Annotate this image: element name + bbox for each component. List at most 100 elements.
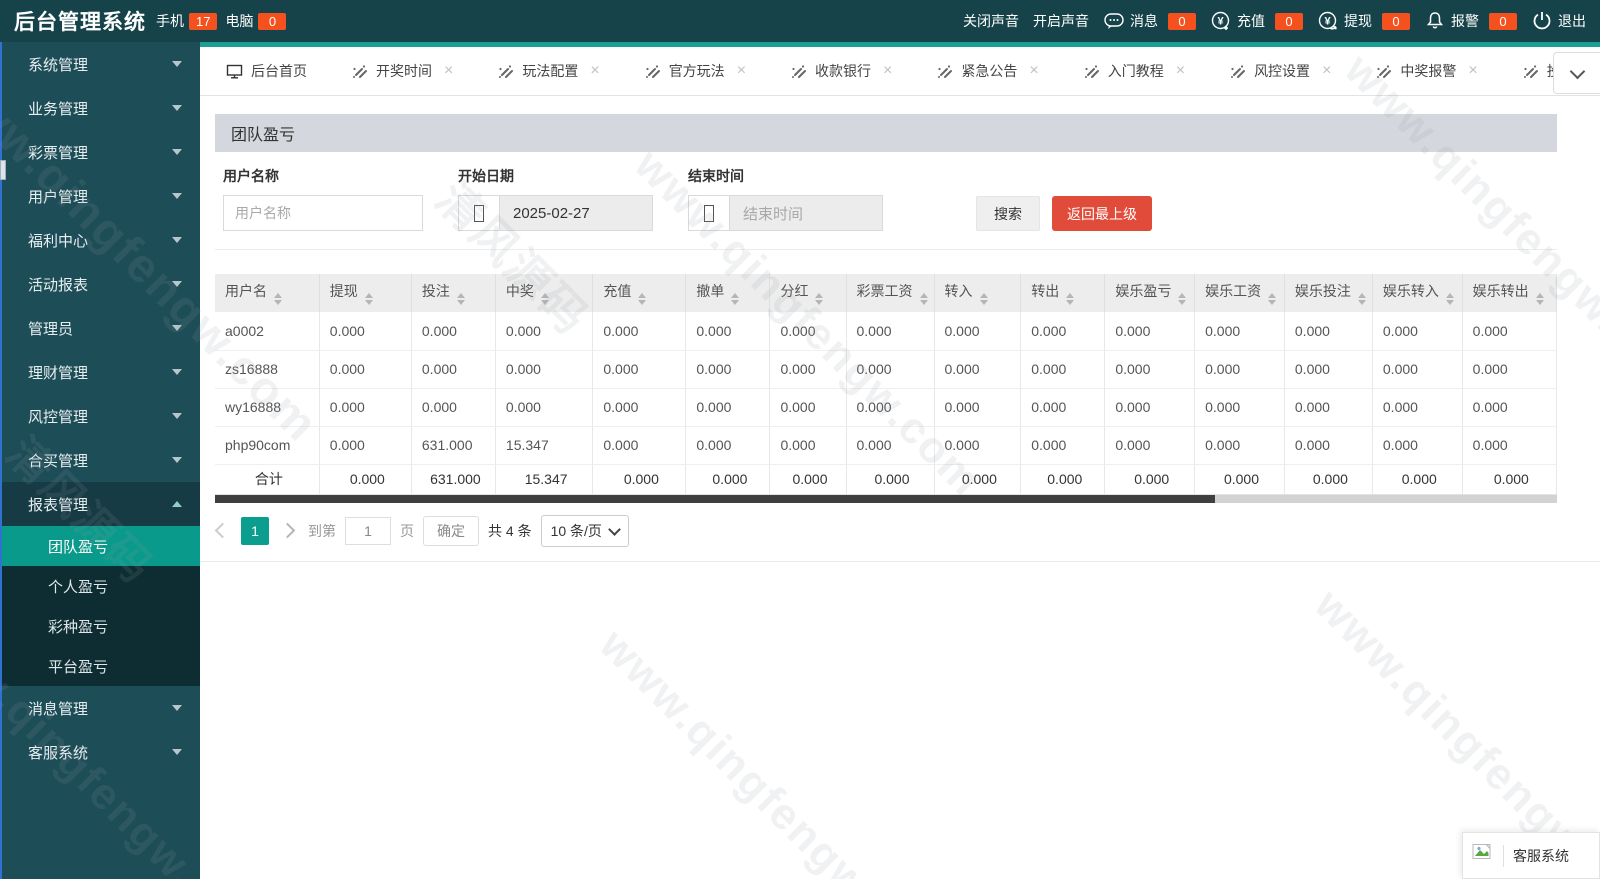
topbar-action-label: 消息: [1130, 13, 1158, 29]
page-size-select[interactable]: 10 条/页: [540, 514, 629, 547]
sidebar-subitem-2[interactable]: 个人盈亏: [0, 566, 200, 606]
sidebar-item-5[interactable]: 福利中心: [0, 218, 200, 262]
sidebar-item-7[interactable]: 管理员: [0, 306, 200, 350]
close-icon[interactable]: ×: [737, 63, 746, 79]
sidebar-item-6[interactable]: 活动报表: [0, 262, 200, 306]
column-header[interactable]: 撤单: [685, 274, 771, 312]
tab-label: 后台首页: [251, 63, 307, 79]
page-1-button[interactable]: 1: [241, 516, 269, 545]
sidebar-item-11[interactable]: 报表管理: [0, 482, 200, 526]
column-header[interactable]: 娱乐转出: [1462, 274, 1557, 312]
close-icon[interactable]: ×: [590, 63, 599, 79]
end-date-label: 结束时间: [688, 168, 744, 184]
close-icon[interactable]: ×: [444, 63, 453, 79]
start-date-input[interactable]: 2025-02-27: [458, 195, 653, 231]
sort-arrows-icon[interactable]: [638, 293, 647, 305]
sidebar-item-label: 报表管理: [28, 496, 89, 514]
sort-arrows-icon[interactable]: [456, 293, 465, 305]
topbar-action-mute-sound[interactable]: 关闭声音: [963, 11, 1019, 31]
end-date-input[interactable]: 结束时间: [688, 195, 883, 231]
sidebar-subitem-1[interactable]: 团队盈亏: [0, 526, 200, 566]
tab-overflow-button[interactable]: [1553, 52, 1600, 94]
sort-arrows-icon[interactable]: [1357, 293, 1366, 305]
topbar-action-withdraw[interactable]: ¥ 提现 0: [1317, 10, 1410, 32]
sidebar-subitem-4[interactable]: 平台盈亏: [0, 646, 200, 686]
topbar-action-label: 退出: [1558, 13, 1586, 29]
column-header-label: 中奖: [505, 283, 534, 299]
tab-label: 紧急公告: [961, 63, 1018, 79]
sort-arrows-icon[interactable]: [1178, 293, 1187, 305]
sidebar-item-12[interactable]: 消息管理: [0, 686, 200, 730]
horizontal-scrollbar[interactable]: [215, 494, 1557, 503]
column-header[interactable]: 分红: [769, 274, 847, 312]
sidebar-item-1[interactable]: 系统管理: [0, 42, 200, 86]
column-header[interactable]: 投注: [411, 274, 496, 312]
tab-9[interactable]: 中奖报警 ×: [1353, 47, 1499, 95]
topbar-action-logout[interactable]: 退出: [1531, 10, 1586, 32]
sidebar-item-3[interactable]: 彩票管理: [0, 130, 200, 174]
sidebar-item-10[interactable]: 合买管理: [0, 438, 200, 482]
tab-4[interactable]: 官方玩法 ×: [622, 47, 768, 95]
divider: [1503, 844, 1504, 867]
tab-6[interactable]: 紧急公告 ×: [914, 47, 1060, 95]
close-icon[interactable]: ×: [1176, 63, 1185, 79]
sort-arrows-icon[interactable]: [1445, 293, 1454, 305]
sidebar-item-9[interactable]: 风控管理: [0, 394, 200, 438]
topbar-action-alarm[interactable]: 报警 0: [1424, 10, 1517, 32]
column-header[interactable]: 娱乐盈亏: [1104, 274, 1196, 312]
sort-arrows-icon[interactable]: [731, 293, 740, 305]
sort-arrows-icon[interactable]: [274, 293, 282, 305]
sort-arrows-icon[interactable]: [919, 293, 928, 305]
back-to-top-level-button[interactable]: 返回最上级: [1052, 196, 1152, 231]
prev-page-button[interactable]: [214, 522, 231, 539]
total-value-cell: 0.000: [1104, 463, 1196, 495]
topbar-action-enable-sound[interactable]: 开启声音: [1033, 11, 1089, 31]
customer-service-widget[interactable]: 客服系统: [1462, 832, 1600, 879]
sort-arrows-icon[interactable]: [815, 293, 824, 305]
sort-arrows-icon[interactable]: [979, 293, 988, 305]
close-icon[interactable]: ×: [1029, 63, 1038, 79]
tab-2[interactable]: 开奖时间 ×: [329, 47, 475, 95]
sidebar-item-2[interactable]: 业务管理: [0, 86, 200, 130]
tab-3[interactable]: 玩法配置 ×: [475, 47, 621, 95]
close-icon[interactable]: ×: [1468, 63, 1477, 79]
tab-7[interactable]: 入门教程 ×: [1061, 47, 1207, 95]
total-count-label: 共 4 条: [488, 522, 532, 539]
column-header[interactable]: 提现: [319, 274, 412, 312]
username-input[interactable]: [223, 195, 423, 231]
sidebar-item-4[interactable]: 用户管理: [0, 174, 200, 218]
column-header[interactable]: 中奖: [495, 274, 594, 312]
report-table: 用户名 提现 投注 中奖 充值 撤单 分红 彩票工资 转入 转出 娱乐盈亏 娱乐工资 娱乐投注 娱乐转入 娱…: [215, 274, 1557, 495]
column-header[interactable]: 用户名: [215, 274, 320, 312]
sort-arrows-icon[interactable]: [1268, 293, 1277, 305]
sidebar-item-label: 福利中心: [28, 232, 89, 250]
tab-5[interactable]: 收款银行 ×: [768, 47, 914, 95]
sidebar-subitem-3[interactable]: 彩种盈亏: [0, 606, 200, 646]
scrollbar-thumb[interactable]: [215, 494, 1215, 503]
column-header[interactable]: 转出: [1020, 274, 1106, 312]
column-header[interactable]: 娱乐投注: [1284, 274, 1373, 312]
tab-1[interactable]: 后台首页: [204, 47, 329, 95]
sort-arrows-icon[interactable]: [540, 293, 549, 305]
search-button[interactable]: 搜索: [976, 196, 1040, 231]
topbar-action-recharge[interactable]: ¥ 充值 0: [1210, 10, 1303, 32]
column-header[interactable]: 充值: [592, 274, 687, 312]
sort-arrows-icon[interactable]: [1535, 293, 1544, 305]
column-header[interactable]: 娱乐转入: [1372, 274, 1463, 312]
column-header[interactable]: 转入: [934, 274, 1022, 312]
column-header[interactable]: 彩票工资: [846, 274, 935, 312]
sidebar-item-13[interactable]: 客服系统: [0, 730, 200, 774]
caret-down-icon: [172, 237, 182, 243]
tab-8[interactable]: 风控设置 ×: [1207, 47, 1353, 95]
next-page-button[interactable]: [279, 522, 296, 539]
sidebar-item-8[interactable]: 理财管理: [0, 350, 200, 394]
confirm-page-button[interactable]: 确定: [423, 515, 479, 546]
column-header[interactable]: 娱乐工资: [1194, 274, 1285, 312]
close-icon[interactable]: ×: [883, 63, 892, 79]
close-icon[interactable]: ×: [1322, 63, 1331, 79]
total-value-cell: 0.000: [319, 463, 412, 495]
sort-arrows-icon[interactable]: [1066, 293, 1075, 305]
goto-page-input[interactable]: [345, 516, 391, 545]
sort-arrows-icon[interactable]: [364, 293, 373, 305]
topbar-action-messages[interactable]: 消息 0: [1103, 10, 1196, 32]
